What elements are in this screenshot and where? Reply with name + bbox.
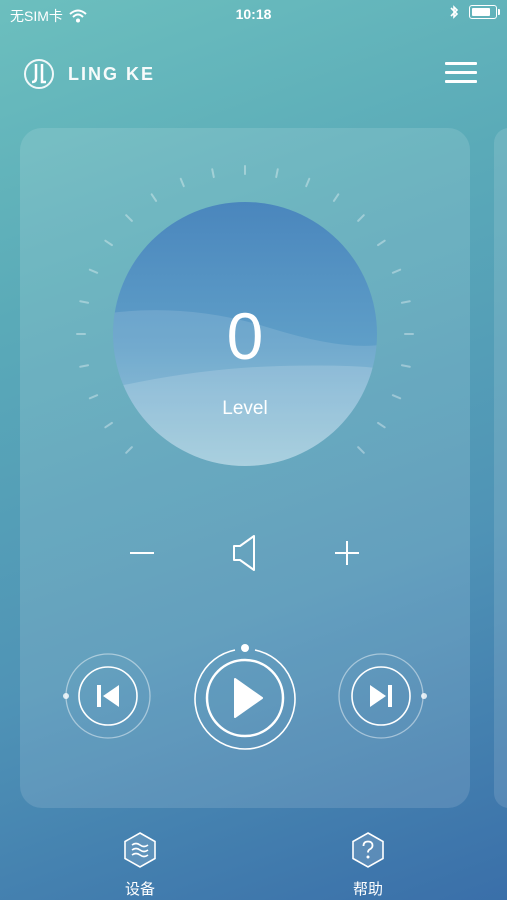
level-value: 0: [226, 299, 264, 373]
dial-tick: [88, 268, 99, 274]
dial-tick: [377, 421, 386, 429]
tab-bar: 设备 帮助: [0, 830, 507, 900]
status-time: 10:18: [235, 6, 272, 22]
tab-label-devices: 设备: [124, 881, 155, 898]
dial-tick: [357, 446, 365, 454]
plus-icon[interactable]: [322, 530, 372, 580]
jl-logo-icon: [24, 59, 54, 89]
menu-line: [445, 62, 477, 65]
dial-tick: [104, 239, 113, 247]
dial-tick: [332, 193, 340, 202]
menu-line: [445, 80, 477, 83]
dial-tick: [275, 168, 279, 179]
bluetooth-icon: [450, 5, 459, 19]
level-dial: 0 Level: [20, 128, 470, 528]
level-label: Level: [222, 398, 268, 419]
status-right: [449, 4, 500, 20]
previous-icon: [63, 653, 151, 739]
dial-tick: [125, 214, 133, 222]
waves-hexagon-icon: [124, 832, 156, 868]
play-button[interactable]: [190, 640, 300, 752]
speaker-icon: [220, 530, 270, 580]
next-icon: [338, 653, 427, 739]
dial-tick: [391, 268, 402, 274]
dial-tick: [357, 214, 365, 222]
previous-button[interactable]: [60, 650, 152, 742]
dial-tick: [125, 446, 133, 454]
battery-fill: [472, 8, 490, 16]
minus-icon[interactable]: [117, 530, 167, 580]
menu-line: [445, 71, 477, 74]
dial-tick: [179, 177, 185, 188]
dial-tick: [104, 421, 113, 429]
status-bar: 无SIM卡 10:18: [0, 0, 507, 28]
tab-label-help: 帮助: [352, 881, 383, 898]
next-button[interactable]: [336, 650, 432, 742]
volume-row: [20, 530, 470, 580]
dial-tick: [211, 168, 215, 179]
next-card-peek[interactable]: [494, 128, 507, 808]
tab-help[interactable]: 帮助: [308, 830, 428, 899]
tab-devices[interactable]: 设备: [80, 830, 200, 899]
battery-icon: [469, 5, 500, 19]
dial-tick: [377, 239, 386, 247]
dial-tick: [150, 193, 158, 202]
question-hexagon-icon: [352, 832, 384, 868]
play-icon: [194, 644, 296, 750]
brand: LING KE: [22, 58, 155, 90]
dial-tick: [305, 177, 311, 188]
hamburger-menu-icon[interactable]: [445, 62, 477, 86]
brand-name: LING KE: [68, 63, 156, 84]
